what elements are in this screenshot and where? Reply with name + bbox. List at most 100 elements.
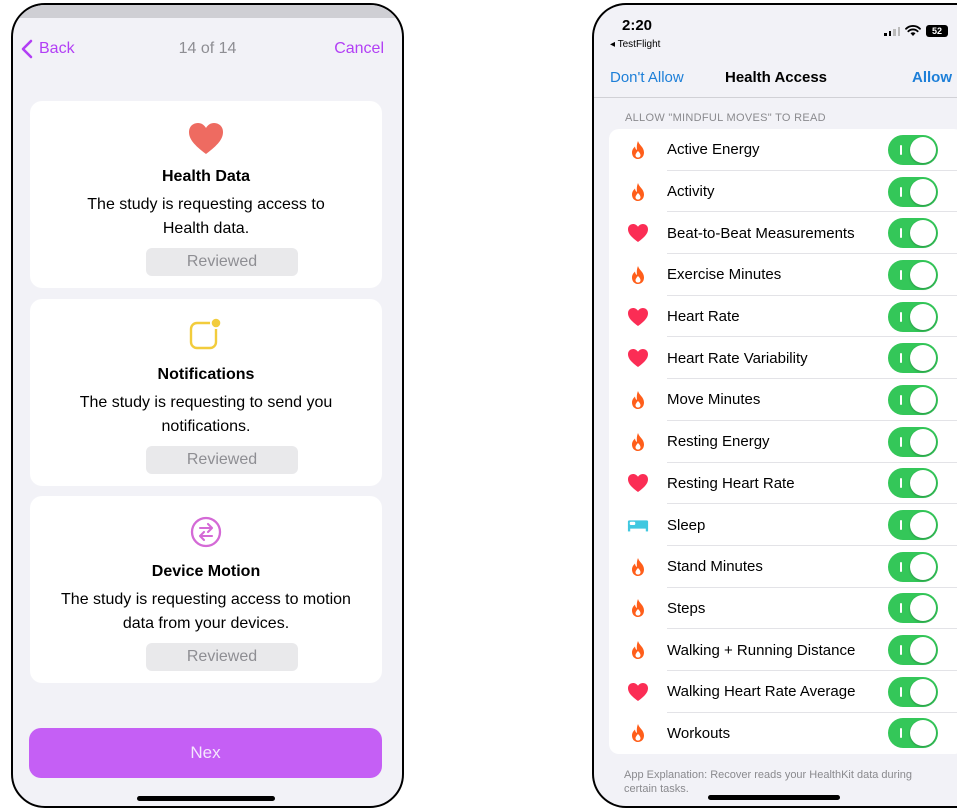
heart-icon — [627, 681, 649, 703]
toggle-on-mark — [900, 478, 902, 489]
health-data-card: Health Data The study is requesting acce… — [30, 101, 382, 288]
status-icons: 52 — [884, 25, 948, 37]
wifi-icon — [905, 25, 921, 36]
permission-label: Resting Heart Rate — [667, 474, 795, 492]
card-description: The study is requesting access to motion… — [44, 588, 368, 636]
status-time: 2:20 — [622, 17, 653, 34]
permission-label: Exercise Minutes — [667, 266, 782, 284]
permission-label: Activity — [667, 183, 715, 201]
permission-toggle[interactable] — [888, 134, 938, 165]
toggle-knob — [910, 512, 936, 539]
toggle-on-mark — [900, 228, 902, 239]
permission-row: Resting Heart Rate — [609, 463, 957, 505]
toggle-on-mark — [900, 144, 902, 155]
permission-toggle[interactable] — [888, 468, 938, 499]
reviewed-button[interactable]: Reviewed — [146, 248, 298, 276]
heart-icon — [30, 122, 382, 155]
toggle-knob — [910, 220, 936, 247]
card-title: Notifications — [157, 366, 255, 383]
reviewed-button[interactable]: Reviewed — [146, 446, 298, 474]
flame-icon — [627, 389, 649, 411]
permission-toggle[interactable] — [888, 718, 938, 749]
toggle-knob — [910, 595, 936, 622]
permission-label: Active Energy — [667, 141, 760, 159]
toggle-knob — [910, 178, 936, 205]
permission-row: Beat-to-Beat Measurements — [609, 212, 957, 255]
card-title: Device Motion — [151, 563, 261, 580]
permission-toggle[interactable] — [888, 676, 938, 707]
permission-toggle[interactable] — [888, 384, 938, 415]
allow-button[interactable]: Allow — [912, 69, 952, 86]
toggle-on-mark — [900, 353, 902, 364]
home-indicator[interactable] — [708, 795, 840, 800]
top-sheet-edge — [13, 5, 402, 18]
permission-label: Walking Heart Rate Average — [667, 683, 856, 701]
permission-row: Activity — [609, 171, 957, 213]
toggle-on-mark — [900, 603, 902, 614]
card-description: The study is requesting to send you noti… — [44, 391, 368, 439]
battery-icon: 52 — [926, 25, 948, 37]
dont-allow-button[interactable]: Don't Allow — [610, 69, 684, 86]
navigation-bar: Don't Allow Health Access Allow — [594, 67, 957, 91]
toggle-knob — [910, 136, 936, 163]
card-description: The study is requesting access to Health… — [44, 193, 368, 241]
permission-toggle[interactable] — [888, 635, 938, 666]
permission-list: Active Energy Activity Beat-to-Beat Measur… — [609, 129, 957, 755]
permission-toggle[interactable] — [888, 426, 938, 457]
permission-toggle[interactable] — [888, 510, 938, 541]
permission-row: Workouts — [609, 713, 957, 755]
permission-label: Steps — [667, 599, 706, 617]
next-button[interactable]: Nex — [29, 728, 382, 778]
home-indicator[interactable] — [137, 796, 275, 801]
permission-toggle[interactable] — [888, 551, 938, 582]
permission-toggle[interactable] — [888, 343, 938, 374]
permission-toggle[interactable] — [888, 593, 938, 624]
flame-icon — [627, 722, 649, 744]
toggle-knob — [910, 553, 936, 580]
permission-label: Move Minutes — [667, 391, 761, 409]
toggle-on-mark — [900, 394, 902, 405]
toggle-knob — [910, 678, 936, 705]
permission-row: Exercise Minutes — [609, 254, 957, 296]
card-title: Health Data — [161, 168, 251, 185]
toggle-knob — [910, 428, 936, 455]
permission-row: Resting Energy — [609, 421, 957, 463]
page-title: Health Access — [725, 69, 827, 86]
notification-badge-icon — [30, 317, 382, 353]
flame-icon — [627, 139, 649, 161]
heart-icon — [627, 472, 649, 494]
permission-label: Walking + Running Distance — [667, 641, 856, 659]
back-to-testflight-link[interactable]: ◂ TestFlight — [610, 39, 660, 50]
cancel-button[interactable]: Cancel — [334, 40, 384, 58]
reviewed-button[interactable]: Reviewed — [146, 643, 298, 671]
toggle-on-mark — [900, 645, 902, 656]
toggle-on-mark — [900, 728, 902, 739]
notifications-card: Notifications The study is requesting to… — [30, 299, 382, 486]
permission-toggle[interactable] — [888, 218, 938, 249]
permission-toggle[interactable] — [888, 176, 938, 207]
motion-arrows-icon — [30, 515, 382, 549]
description-line: data from your devices. — [122, 615, 290, 632]
health-access-screen: 2:20 ◂ TestFlight 52 Don't Allow Health … — [592, 3, 957, 808]
flame-icon — [627, 431, 649, 453]
permission-row: Walking Heart Rate Average — [609, 671, 957, 713]
description-line: The study is requesting access to — [87, 196, 325, 213]
permission-toggle[interactable] — [888, 259, 938, 290]
heart-icon — [627, 306, 649, 328]
description-line: notifications. — [161, 418, 251, 435]
toggle-on-mark — [900, 436, 902, 447]
flame-icon — [627, 556, 649, 578]
permission-row: Heart Rate Variability — [609, 337, 957, 380]
permission-row: Steps — [609, 588, 957, 630]
toggle-knob — [910, 303, 936, 330]
flame-icon — [627, 181, 649, 203]
toggle-knob — [910, 345, 936, 372]
permission-toggle[interactable] — [888, 301, 938, 332]
permission-row: Move Minutes — [609, 379, 957, 421]
study-permissions-screen: Back 14 of 14 Cancel Health Data The stu… — [11, 3, 404, 808]
toggle-on-mark — [900, 186, 902, 197]
permission-label: Sleep — [667, 516, 706, 534]
description-line: Health data. — [162, 220, 250, 237]
permission-label: Workouts — [667, 724, 731, 742]
permission-label: Beat-to-Beat Measurements — [667, 224, 855, 242]
